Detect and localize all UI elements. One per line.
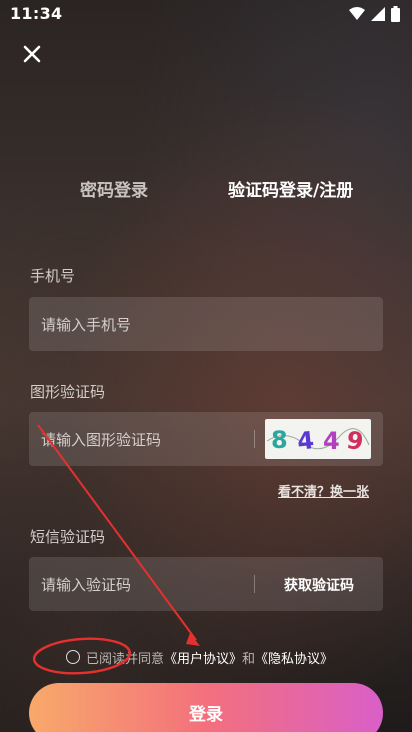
svg-text:8: 8	[271, 426, 288, 454]
wifi-icon	[349, 7, 365, 20]
get-code-button[interactable]: 获取验证码	[284, 575, 354, 595]
login-button[interactable]: 登录	[29, 683, 383, 732]
login-button-label: 登录	[189, 705, 223, 725]
sms-code-input[interactable]: 请输入验证码 获取验证码	[29, 557, 383, 611]
phone-label: 手机号	[30, 267, 76, 285]
captcha-image[interactable]: 8 4 4 9	[265, 419, 371, 459]
tab-sms-login[interactable]: 验证码登录/注册	[228, 176, 353, 201]
svg-text:4: 4	[296, 426, 316, 456]
captcha-input[interactable]: 请输入图形验证码 8 4 4 9	[29, 412, 383, 466]
close-icon[interactable]	[18, 40, 46, 68]
phone-input[interactable]: 请输入手机号	[29, 297, 383, 351]
svg-text:9: 9	[345, 426, 365, 456]
captcha-refresh-link[interactable]: 看不清？换一张	[278, 481, 369, 500]
radio-icon[interactable]	[66, 650, 80, 664]
sms-divider	[254, 575, 255, 593]
captcha-divider	[254, 430, 255, 448]
agreement-row: 已阅读并同意 《用户协议》 和 《隐私协议》	[66, 647, 333, 667]
status-bar: 11:34	[0, 0, 412, 28]
agreement-prefix: 已阅读并同意	[86, 651, 165, 667]
agreement-and: 和	[242, 651, 256, 667]
status-icons	[349, 6, 400, 22]
captcha-placeholder: 请输入图形验证码	[41, 431, 162, 449]
privacy-agreement-link[interactable]: 《隐私协议》	[255, 648, 333, 667]
sms-label: 短信验证码	[30, 528, 106, 546]
sms-placeholder: 请输入验证码	[41, 576, 132, 594]
captcha-graphic: 8 4 4 9	[266, 426, 370, 456]
svg-text:4: 4	[323, 427, 340, 455]
annotation-overlay	[32, 424, 200, 675]
phone-placeholder: 请输入手机号	[41, 316, 132, 334]
signal-icon	[371, 7, 385, 21]
login-tabs: 密码登录 验证码登录/注册	[0, 176, 412, 206]
user-agreement-link[interactable]: 《用户协议》	[164, 648, 242, 667]
battery-icon	[391, 6, 400, 22]
tab-password-login[interactable]: 密码登录	[80, 176, 148, 201]
status-time: 11:34	[10, 4, 63, 23]
annotation-arrow-head	[186, 633, 200, 646]
captcha-label: 图形验证码	[30, 383, 106, 401]
